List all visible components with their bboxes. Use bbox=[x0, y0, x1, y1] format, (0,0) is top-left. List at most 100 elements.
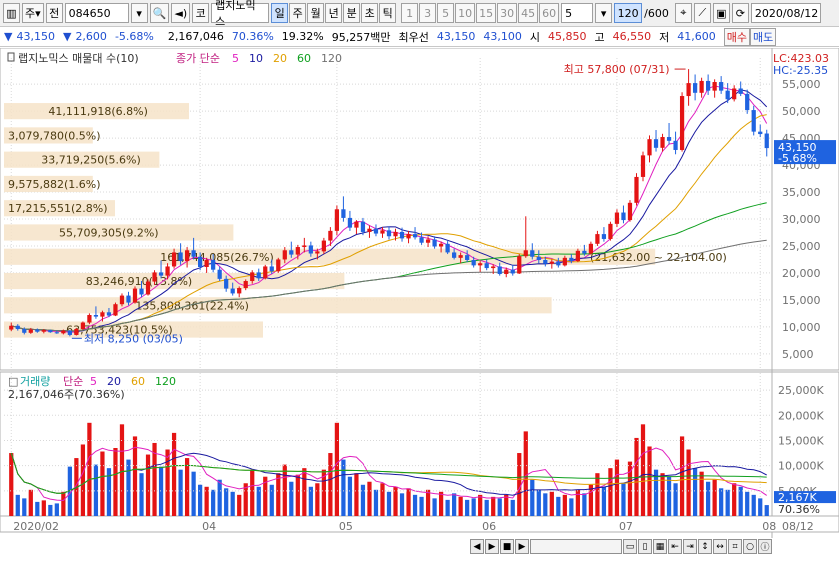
volume-bar bbox=[732, 483, 737, 516]
grow-icon[interactable]: ↔ bbox=[713, 539, 727, 554]
volume-bar bbox=[315, 483, 320, 516]
code-dropdown-icon[interactable]: ▾ bbox=[130, 3, 148, 23]
candle-body bbox=[74, 329, 79, 335]
volume-bar bbox=[719, 488, 724, 516]
volume-profile-bar bbox=[4, 297, 552, 314]
price-tick-label: 10,000 bbox=[782, 321, 821, 334]
candle-body bbox=[751, 110, 756, 132]
fit-icon[interactable]: ▦ bbox=[653, 539, 667, 554]
candle-body bbox=[256, 272, 261, 279]
stock-name-field[interactable]: 랩지노믹스 bbox=[211, 0, 270, 28]
interval-button-3[interactable]: 3 bbox=[419, 3, 437, 23]
chart-type-icon[interactable]: ⌗ bbox=[728, 539, 742, 554]
volume-bar bbox=[478, 494, 483, 516]
expand-icon[interactable]: ⇥ bbox=[683, 539, 697, 554]
period-tab-0[interactable]: 일 bbox=[271, 3, 289, 23]
volume-bar bbox=[556, 496, 561, 516]
ma-legend-label: 종가 단순 bbox=[176, 52, 220, 65]
mode-select[interactable]: 주 ▾ bbox=[22, 3, 44, 23]
period-tab-2[interactable]: 월 bbox=[307, 3, 325, 23]
draw-tool-icon[interactable]: ⟋ bbox=[693, 3, 711, 23]
scroll-track[interactable] bbox=[530, 539, 622, 554]
volume-bar bbox=[198, 484, 203, 516]
save-icon[interactable]: ▣ bbox=[712, 3, 730, 23]
price-tick-label: 50,000 bbox=[782, 105, 821, 118]
volume-bar bbox=[510, 499, 515, 516]
candle-body bbox=[100, 312, 105, 317]
custom-interval-input[interactable]: 5 bbox=[561, 3, 594, 23]
ma-legend-120: 120 bbox=[321, 52, 342, 65]
stop-icon[interactable]: ■ bbox=[500, 539, 514, 554]
prev-button[interactable]: 전 bbox=[45, 3, 63, 23]
info-icon[interactable]: ⓘ bbox=[758, 539, 772, 554]
volume-bar bbox=[438, 491, 444, 516]
chart-nav-bar: ◀ ▶ ■ ▶ ▭ ▯ ▦ ⇤ ⇥ ↕ ↔ ⌗ ○ ⓘ bbox=[470, 539, 772, 556]
chart-area[interactable]: 55,000 50,000 45,000 40,000 35,000 30,000 25,0… bbox=[0, 47, 839, 558]
volume-bar bbox=[614, 459, 620, 516]
candle-body bbox=[41, 330, 46, 332]
interval-button-1[interactable]: 1 bbox=[401, 3, 419, 23]
interval-button-30[interactable]: 30 bbox=[497, 3, 518, 23]
candle-body bbox=[87, 314, 92, 323]
interval-button-10[interactable]: 10 bbox=[455, 3, 476, 23]
zoom-in-icon[interactable]: ▯ bbox=[638, 539, 652, 554]
candle-body bbox=[308, 245, 313, 254]
volume-bar bbox=[575, 489, 580, 516]
count-input[interactable]: 120 bbox=[614, 3, 643, 23]
period-tab-1[interactable]: 주 bbox=[289, 3, 307, 23]
candle-body bbox=[289, 250, 294, 255]
candle-body bbox=[22, 329, 27, 333]
period-tab-4[interactable]: 분 bbox=[343, 3, 361, 23]
play-icon[interactable]: ▶ bbox=[485, 539, 499, 554]
volume-title: 거래량 bbox=[20, 375, 50, 388]
volume-bar bbox=[673, 483, 678, 516]
candle-body bbox=[302, 245, 307, 248]
volume-bar bbox=[217, 479, 222, 516]
scroll-left-icon[interactable]: ◀ bbox=[470, 539, 484, 554]
buy-button[interactable]: 매수 bbox=[723, 27, 750, 46]
date-input[interactable]: 2020/08/12 bbox=[750, 3, 821, 23]
volume-bar bbox=[9, 453, 14, 516]
volume-ma-legend-60: 60 bbox=[131, 375, 145, 388]
compress-icon[interactable]: ⇤ bbox=[668, 539, 682, 554]
interval-button-45[interactable]: 45 bbox=[518, 3, 539, 23]
market-button[interactable]: 코 bbox=[192, 3, 210, 23]
period-tab-5[interactable]: 초 bbox=[361, 3, 379, 23]
search-chart-icon[interactable]: ○ bbox=[743, 539, 757, 554]
volume-bar bbox=[406, 488, 411, 516]
search-icon[interactable]: 🔍 bbox=[149, 3, 170, 23]
candle-body bbox=[61, 330, 66, 334]
interval-button-5[interactable]: 5 bbox=[437, 3, 455, 23]
volume-bar bbox=[250, 469, 255, 516]
candle-body bbox=[406, 234, 411, 239]
volume-bar bbox=[334, 422, 340, 516]
candle-body bbox=[119, 295, 125, 305]
candle-body bbox=[647, 139, 652, 156]
volume-bar bbox=[745, 491, 750, 516]
sound-icon[interactable]: ◄) bbox=[171, 3, 191, 23]
crosshair-icon[interactable]: ⌖ bbox=[674, 3, 692, 23]
scroll-right-icon[interactable]: ▶ bbox=[515, 539, 529, 554]
volume-bar bbox=[28, 489, 33, 516]
period-tab-6[interactable]: 틱 bbox=[379, 3, 397, 23]
candle-body bbox=[673, 140, 678, 150]
chart-svg[interactable]: 55,00050,00045,00040,00035,00030,00025,0… bbox=[0, 47, 839, 558]
candle-body bbox=[478, 263, 483, 266]
refresh-icon[interactable]: ⟳ bbox=[731, 3, 749, 23]
interval-button-60[interactable]: 60 bbox=[539, 3, 560, 23]
ma-legend-20: 20 bbox=[273, 52, 287, 65]
shrink-icon[interactable]: ↕ bbox=[698, 539, 712, 554]
interval-dropdown-icon[interactable]: ▾ bbox=[595, 3, 613, 23]
stock-code-input[interactable]: 084650 bbox=[64, 3, 129, 23]
volume-bar bbox=[536, 489, 541, 516]
candle-body bbox=[699, 80, 704, 93]
period-tab-3[interactable]: 년 bbox=[325, 3, 343, 23]
chart-settings-icon[interactable]: ▥ bbox=[3, 3, 20, 23]
interval-button-15[interactable]: 15 bbox=[476, 3, 497, 23]
volume-title-icon: □ bbox=[8, 375, 18, 388]
zoom-out-icon[interactable]: ▭ bbox=[623, 539, 637, 554]
sell-button[interactable]: 매도 bbox=[749, 27, 777, 46]
volume-bar bbox=[497, 498, 502, 516]
stock-name: 랩지노믹스 bbox=[215, 0, 256, 28]
candle-body bbox=[692, 83, 698, 93]
